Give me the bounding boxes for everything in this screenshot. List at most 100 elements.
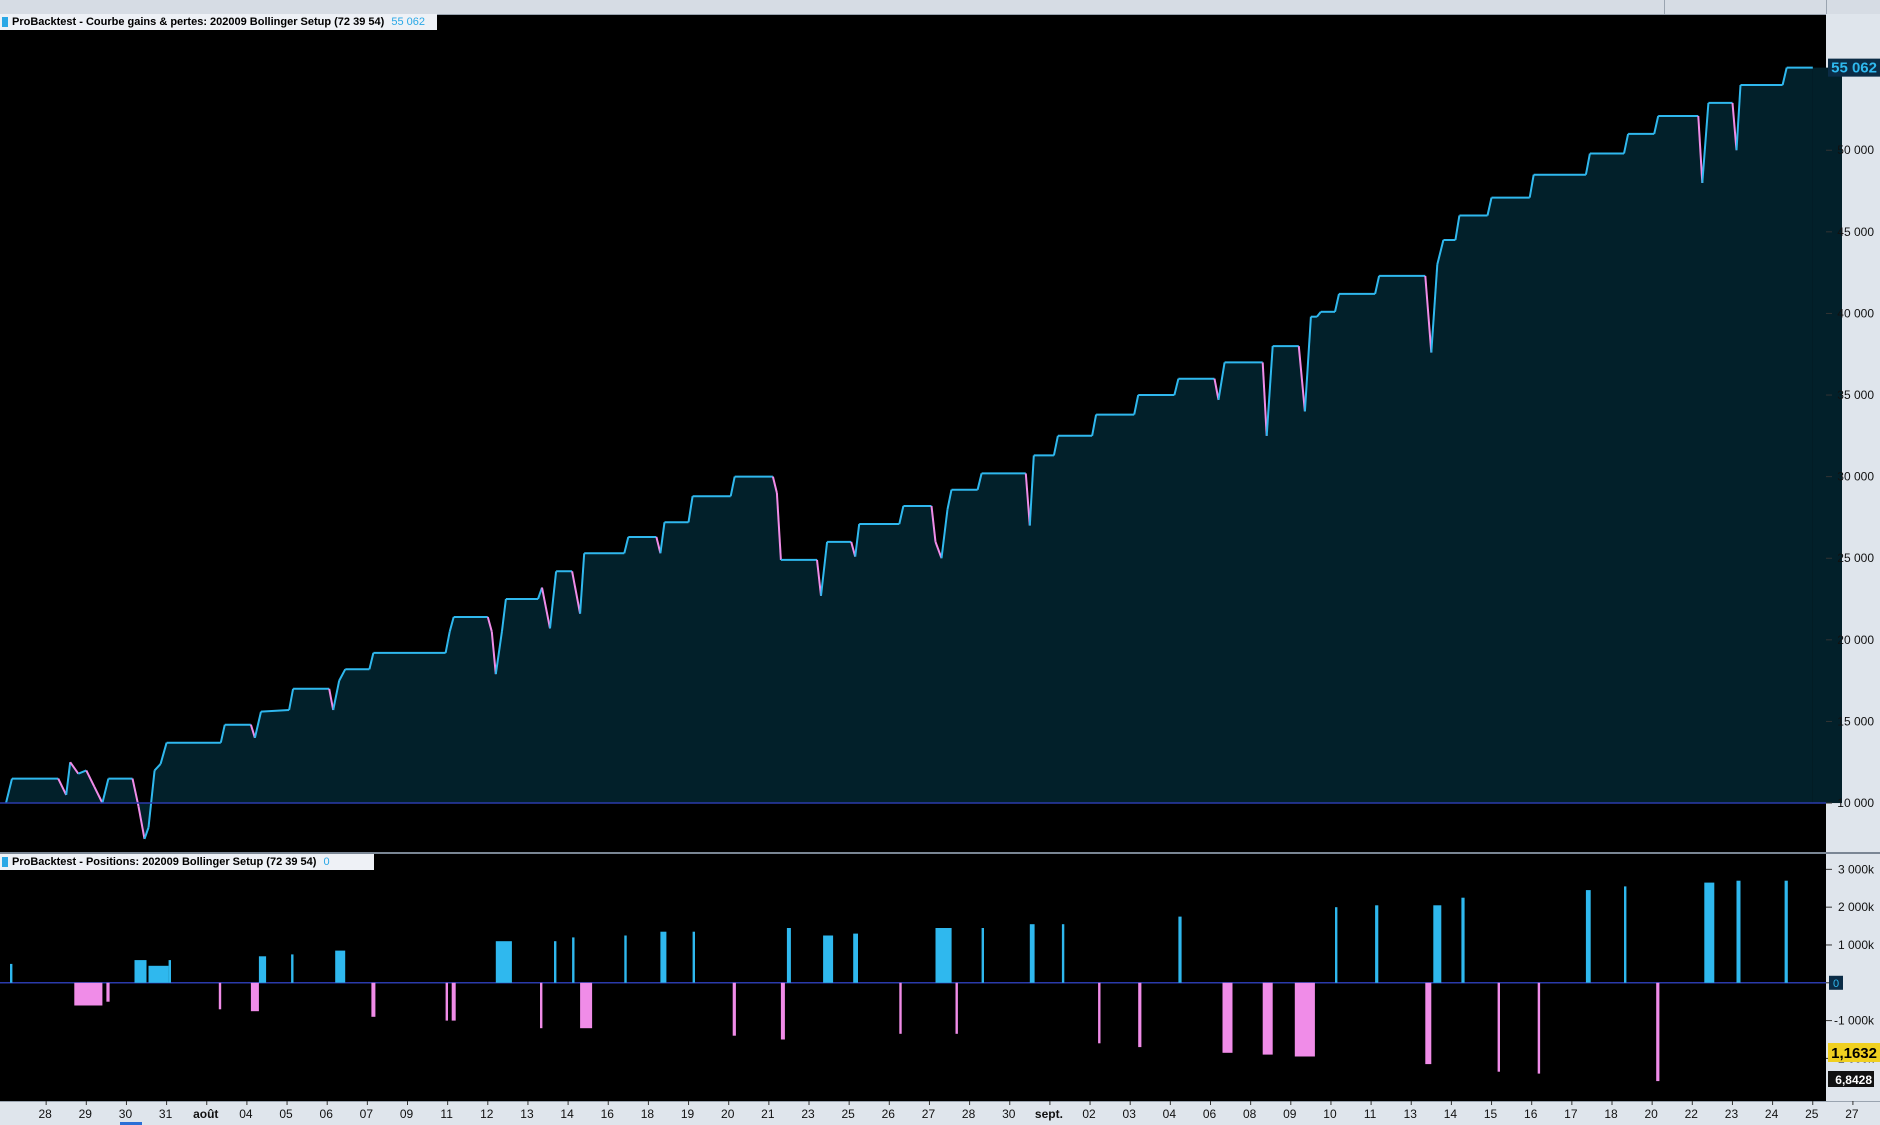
position-bars [10,880,1788,1082]
x-tick-label: 13 [1404,1107,1418,1121]
x-tick-label: 18 [641,1107,655,1121]
position-bar [1178,916,1182,983]
x-tick-label: 22 [1685,1107,1699,1121]
position-bar [1425,982,1432,1065]
position-bar [74,982,103,1006]
position-bar [1335,907,1338,983]
y-tick-label: 0 [1833,978,1839,990]
position-bar [780,982,785,1040]
position-bar [1375,905,1379,983]
x-tick-label: 20 [1644,1107,1658,1121]
x-tick-label: 17 [1564,1107,1578,1121]
position-bar [1061,924,1065,983]
x-tick-label: 27 [1845,1107,1859,1121]
x-tick-label: 05 [279,1107,293,1121]
positions-panel-title[interactable]: ProBacktest - Positions: 202009 Bollinge… [0,854,374,870]
equity-panel-title[interactable]: ProBacktest - Courbe gains & pertes: 202… [0,14,437,30]
x-tick-label: 13 [520,1107,534,1121]
x-tick-label: 04 [1163,1107,1177,1121]
x-tick-label: 23 [1725,1107,1739,1121]
y-tick-label: 50 000 [1837,143,1874,157]
x-tick-label: sept. [1035,1107,1063,1121]
position-bar [258,956,267,983]
position-bar [935,928,952,983]
position-bar [1098,982,1101,1044]
x-tick-label: 16 [1524,1107,1538,1121]
x-tick-label: 07 [360,1107,374,1121]
y-tick-label: -1 000k [1834,1014,1875,1028]
x-tick-label: 25 [841,1107,855,1121]
position-bar [554,941,557,983]
position-bar [106,982,110,1002]
series-color-swatch [2,17,8,27]
y-tick-label: 35 000 [1837,388,1874,402]
x-tick-label: 09 [1283,1107,1297,1121]
x-tick-label: 15 [1484,1107,1498,1121]
position-bar [823,935,834,983]
position-bar [692,931,695,983]
equity-area-tail [1812,67,1842,804]
position-bar [1624,886,1627,983]
position-bar [1537,982,1541,1074]
equity-last-value: 55 062 [391,16,426,28]
position-bar [660,931,667,983]
x-tick-label: 16 [601,1107,615,1121]
position-bar [148,965,169,983]
x-tick-label: 03 [1123,1107,1137,1121]
y-tick-label: 15 000 [1837,714,1874,728]
x-tick-label: 31 [159,1107,173,1121]
position-bar [335,950,346,983]
y-tick-label: 2 000k [1838,900,1875,914]
position-bar [1294,982,1315,1057]
position-bar [445,982,448,1021]
y-tick-label: 45 000 [1837,225,1874,239]
x-tick-label: 08 [1243,1107,1257,1121]
x-tick-label: 24 [1765,1107,1779,1121]
position-bar [218,982,222,1010]
last-value-label: 55 062 [1831,60,1877,77]
position-bar [250,982,259,1012]
x-tick-label: 10 [1323,1107,1337,1121]
position-bar [955,982,958,1034]
x-tick-label: 04 [239,1107,253,1121]
x-tick-label: 25 [1805,1107,1819,1121]
position-bar [1497,982,1500,1072]
position-bar [1461,897,1465,983]
x-tick-label: 30 [1002,1107,1016,1121]
series-color-swatch [2,857,8,867]
x-tick-label: août [193,1107,218,1121]
x-tick-label: 09 [400,1107,414,1121]
y-tick-label: 20 000 [1837,633,1874,647]
x-tick-label: 19 [681,1107,695,1121]
x-tick-label: 11 [440,1107,453,1121]
position-bar [1784,880,1788,983]
position-bar [451,982,456,1021]
x-tick-label: 14 [1444,1107,1458,1121]
x-tick-label: 11 [1364,1107,1377,1121]
y-tick-label: 1 000k [1838,938,1875,952]
position-bar [1656,982,1660,1082]
position-bar [10,963,13,983]
positions-panel-title-text: ProBacktest - Positions: 202009 Bollinge… [12,856,317,868]
y-tick-label: 10 000 [1837,796,1874,810]
position-bar [1222,982,1233,1053]
chart-canvas[interactable]: 10 000 15 000 20 000 25 000 30 000 35 000 40 0… [0,0,1880,1125]
position-bar [572,937,575,983]
position-bar [1585,890,1591,983]
position-bar [291,954,294,983]
position-bar [786,928,791,983]
x-tick-label: 27 [922,1107,936,1121]
position-bar [1704,882,1715,983]
x-tick-label: 23 [801,1107,815,1121]
x-tick-label: 29 [79,1107,93,1121]
position-bar [495,941,512,983]
ratio-label: 6,8428 [1835,1073,1872,1087]
position-bar [1262,982,1273,1055]
position-bar [732,982,736,1036]
position-bar [371,982,376,1017]
x-tick-label: 02 [1082,1107,1096,1121]
position-bar [1138,982,1142,1048]
y-tick-label: 3 000k [1838,862,1875,876]
positions-last-value: 0 [323,856,330,868]
x-tick-label: 18 [1604,1107,1618,1121]
